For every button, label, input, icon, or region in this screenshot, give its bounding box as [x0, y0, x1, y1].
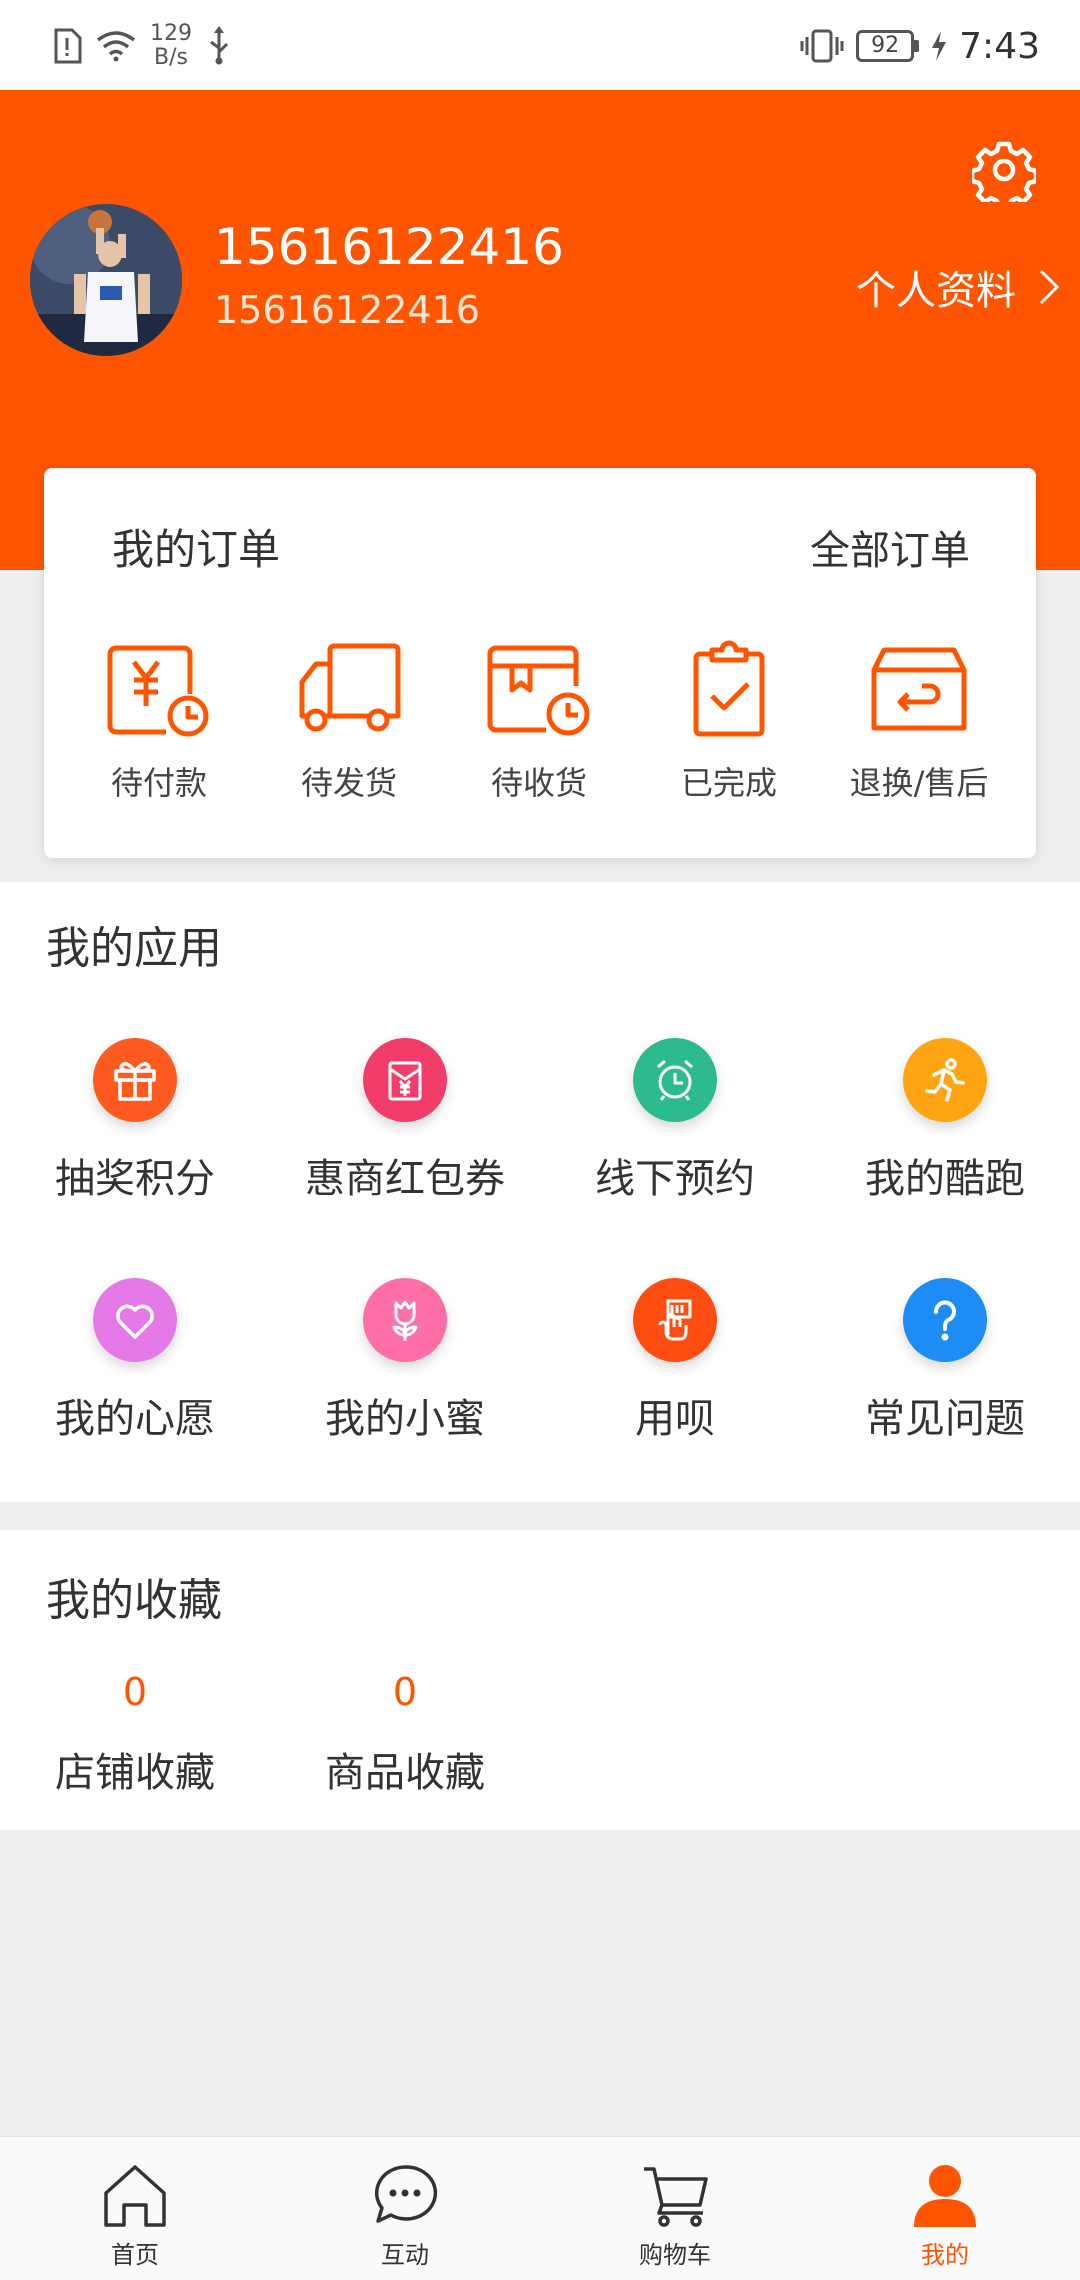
app-label: 抽奖积分	[55, 1156, 215, 1202]
vibrate-icon	[800, 29, 844, 63]
clock: 7:43	[959, 25, 1040, 67]
nav-label: 购物车	[639, 2241, 711, 2269]
net-speed: 129 B/s	[150, 22, 192, 70]
order-pending-receipt[interactable]: 待收货	[444, 640, 634, 804]
app-label: 用呗	[635, 1396, 715, 1442]
nav-cart[interactable]: 购物车	[540, 2137, 810, 2280]
favorite-products-count: 0	[392, 1670, 418, 1714]
runner-icon	[903, 1038, 987, 1122]
favorite-products[interactable]: 0 商品收藏	[270, 1670, 540, 1798]
status-bar: 129 B/s 92 7:43	[0, 0, 1080, 90]
order-label: 退换/售后	[849, 764, 989, 802]
favorite-shops[interactable]: 0 店铺收藏	[0, 1670, 270, 1798]
order-status-row: 待付款 待发货 待收货 已完成 退换/售后	[44, 640, 1036, 804]
nav-label: 首页	[111, 2241, 159, 2269]
order-label: 待付款	[110, 764, 207, 802]
favorite-shops-label: 店铺收藏	[55, 1750, 215, 1796]
nav-interact[interactable]: 互动	[270, 2137, 540, 2280]
user-account: 15616122416	[214, 288, 480, 332]
my-apps-section: 我的应用 抽奖积分 惠商红包券 线下预约 我的酷跑 我的心愿 我的小蜜 用呗 常…	[0, 882, 1080, 1502]
app-wishlist[interactable]: 我的心愿	[0, 1278, 270, 1444]
alarm-clock-icon	[633, 1038, 717, 1122]
battery-tip	[914, 40, 920, 52]
app-label: 常见问题	[865, 1396, 1025, 1442]
favorites-row: 0 店铺收藏 0 商品收藏	[0, 1670, 540, 1798]
personal-info-link[interactable]: 个人资料	[856, 258, 1060, 316]
package-clock-icon	[487, 645, 590, 736]
status-left: 129 B/s	[52, 18, 232, 74]
nav-mine[interactable]: 我的	[810, 2137, 1080, 2280]
app-faq[interactable]: 常见问题	[810, 1278, 1080, 1444]
truck-icon	[299, 643, 401, 732]
order-pending-shipment[interactable]: 待发货	[254, 640, 444, 804]
app-label: 我的心愿	[55, 1396, 215, 1442]
user-icon	[914, 2165, 976, 2227]
order-after-sales[interactable]: 退换/售后	[824, 640, 1014, 804]
app-label: 我的酷跑	[865, 1156, 1025, 1202]
flower-icon	[363, 1278, 447, 1362]
app-lottery-points[interactable]: 抽奖积分	[0, 1038, 270, 1204]
usb-icon	[210, 26, 229, 65]
nav-label: 互动	[381, 2241, 429, 2269]
apps-grid: 抽奖积分 惠商红包券 线下预约 我的酷跑 我的心愿 我的小蜜 用呗 常见问题	[0, 1038, 1080, 1444]
personal-info-label: 个人资料	[856, 268, 1016, 314]
question-icon	[903, 1278, 987, 1362]
apps-title: 我的应用	[46, 923, 222, 974]
pending-payment-icon	[107, 645, 209, 737]
order-pending-payment[interactable]: 待付款	[64, 640, 254, 804]
home-icon	[104, 2165, 166, 2227]
return-box-icon	[871, 647, 967, 731]
order-label: 待发货	[300, 764, 397, 802]
orders-card: 我的订单 全部订单 待付款 待发货 待收货 已完成 退换/售后	[44, 468, 1036, 858]
net-speed-unit: B/s	[154, 45, 188, 70]
nav-home[interactable]: 首页	[0, 2137, 270, 2280]
order-completed[interactable]: 已完成	[634, 640, 824, 804]
favorites-title: 我的收藏	[46, 1575, 222, 1626]
status-right: 92 7:43	[800, 18, 1040, 74]
battery-level: 92	[856, 30, 915, 62]
app-my-run[interactable]: 我的酷跑	[810, 1038, 1080, 1204]
app-credit[interactable]: 用呗	[540, 1278, 810, 1444]
cart-icon	[644, 2167, 708, 2227]
favorite-products-label: 商品收藏	[325, 1750, 485, 1796]
favorite-shops-count: 0	[122, 1670, 148, 1714]
favorites-section: 我的收藏 0 店铺收藏 0 商品收藏	[0, 1530, 1080, 1830]
alert-sim-icon	[54, 28, 82, 64]
app-label: 惠商红包券	[305, 1156, 505, 1202]
charging-icon	[932, 31, 947, 61]
bottom-nav: 首页 互动 购物车 我的	[0, 2136, 1080, 2280]
gift-icon	[93, 1038, 177, 1122]
battery: 92	[856, 30, 920, 62]
app-label: 我的小蜜	[325, 1396, 485, 1442]
hand-card-icon	[633, 1278, 717, 1362]
app-red-envelope[interactable]: 惠商红包券	[270, 1038, 540, 1204]
user-name: 15616122416	[214, 218, 564, 276]
order-label: 待收货	[490, 764, 587, 802]
red-envelope-icon	[363, 1038, 447, 1122]
app-label: 线下预约	[595, 1156, 755, 1202]
orders-title: 我的订单	[112, 525, 281, 574]
all-orders-link[interactable]: 全部订单	[810, 518, 970, 576]
nav-label: 我的	[921, 2241, 969, 2269]
chevron-right-icon	[1039, 269, 1060, 305]
heart-icon	[93, 1278, 177, 1362]
avatar[interactable]	[30, 204, 182, 356]
net-speed-value: 129	[150, 21, 192, 46]
app-offline-booking[interactable]: 线下预约	[540, 1038, 810, 1204]
order-label: 已完成	[680, 764, 777, 802]
app-assistant[interactable]: 我的小蜜	[270, 1278, 540, 1444]
avatar-photo	[30, 204, 182, 356]
clipboard-check-icon	[693, 640, 765, 737]
settings-gear-icon[interactable]	[972, 138, 1036, 202]
chat-icon	[374, 2165, 438, 2223]
wifi-icon	[96, 31, 136, 62]
